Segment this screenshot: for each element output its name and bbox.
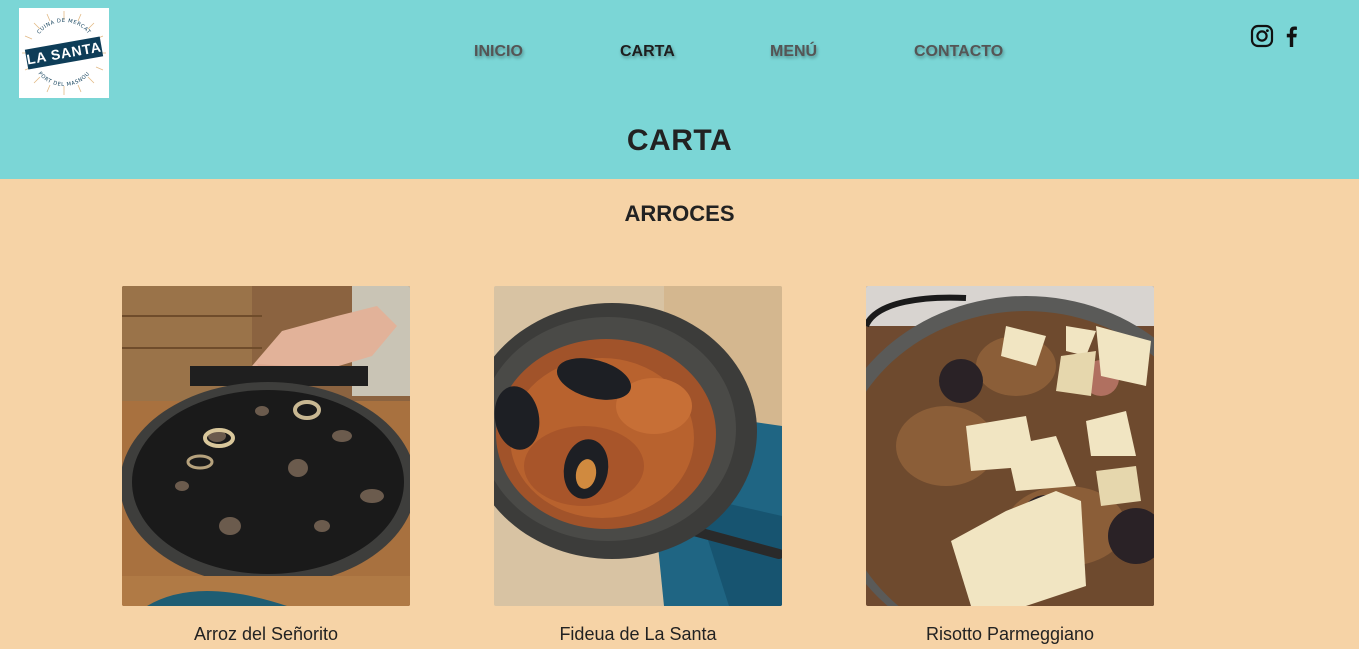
- dish-name: Fideua de La Santa: [559, 624, 717, 644]
- black-rice-paella-photo: [122, 286, 410, 606]
- svg-text:CUINA DE MERCAT: CUINA DE MERCAT: [36, 18, 92, 36]
- nav-carta[interactable]: CARTA: [620, 43, 675, 61]
- dish-card[interactable]: Arroz del Señorito: [122, 286, 410, 649]
- dish-card[interactable]: Risotto Parmeggiano: [866, 286, 1154, 649]
- instagram-icon[interactable]: [1250, 24, 1274, 48]
- svg-text:PORT DEL MASNOU: PORT DEL MASNOU: [37, 71, 92, 88]
- nav-menu[interactable]: MENÚ: [770, 43, 817, 61]
- main-nav: INICIO CARTA MENÚ CONTACTO: [0, 43, 1359, 65]
- facebook-icon[interactable]: [1280, 24, 1304, 48]
- nav-inicio[interactable]: INICIO: [474, 43, 523, 61]
- section-title: ARROCES: [624, 201, 735, 226]
- dish-name: Risotto Parmeggiano: [925, 624, 1095, 644]
- page-title: CARTA: [626, 124, 733, 157]
- fideua-mussels-photo: [494, 286, 782, 606]
- dish-name: Arroz del Señorito: [193, 624, 339, 644]
- risotto-parmesan-photo: [866, 286, 1154, 606]
- site-header: CUINA DE MERCAT PORT DEL MASNOU LA SANTA…: [0, 0, 1359, 179]
- nav-contacto[interactable]: CONTACTO: [914, 43, 1003, 61]
- dish-card[interactable]: Fideua de La Santa: [494, 286, 782, 649]
